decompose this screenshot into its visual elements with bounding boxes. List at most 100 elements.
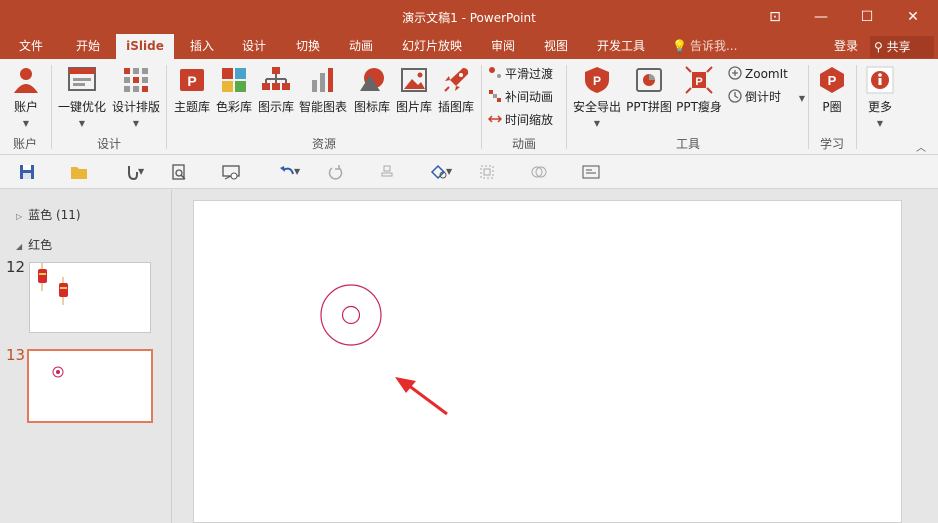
merge-shapes-icon[interactable]: [528, 161, 550, 183]
org-chart-icon: [261, 65, 291, 95]
tell-me-box[interactable]: 💡 告诉我...: [672, 34, 737, 59]
tab-insert[interactable]: 插入: [178, 34, 226, 59]
diagram-library-button[interactable]: 图示库: [256, 65, 296, 115]
illustration-library-label: 插图库: [437, 100, 474, 114]
more-button[interactable]: 更多 ▼: [860, 65, 900, 129]
format-painter-icon[interactable]: [376, 161, 398, 183]
animation-group-label: 动画: [511, 137, 536, 151]
tab-slideshow[interactable]: 幻灯片放映: [390, 34, 474, 59]
slide-thumbnail-13[interactable]: [27, 349, 153, 423]
slide-editor-area: [173, 190, 938, 523]
time-scale-icon: [487, 112, 503, 126]
ribbon-tabs: 文件 开始 iSlide 插入 设计 切换 动画 幻灯片放映 审阅 视图 开发工…: [0, 34, 938, 59]
ppt-collage-button[interactable]: PPT拼图: [624, 65, 674, 115]
text-box-icon[interactable]: [580, 161, 602, 183]
ppt-slim-button[interactable]: P PPT瘦身: [674, 65, 724, 115]
countdown-label: 倒计时: [745, 90, 782, 104]
time-scale-button[interactable]: 时间缩放: [487, 110, 554, 130]
person-icon: ⚲: [874, 40, 883, 54]
palette-icon: [219, 65, 249, 95]
p-circle-button[interactable]: P P圈: [812, 65, 852, 115]
print-preview-icon[interactable]: [168, 161, 190, 183]
undo-icon[interactable]: ▼: [272, 161, 302, 183]
svg-text:P: P: [828, 73, 837, 88]
info-icon: [865, 65, 895, 95]
tab-islide[interactable]: iSlide: [116, 34, 174, 59]
save-icon[interactable]: [16, 161, 38, 183]
open-folder-icon[interactable]: [68, 161, 90, 183]
account-button[interactable]: 账户 ▼: [6, 65, 46, 129]
theme-library-button[interactable]: P 主题库: [172, 65, 212, 115]
tween-animation-button[interactable]: 补间动画: [488, 87, 553, 107]
theme-icon: P: [177, 65, 207, 95]
shapes-icon[interactable]: ▼: [424, 161, 454, 183]
chevron-down-icon: ▼: [22, 119, 30, 128]
zoom-plus-icon: [728, 66, 742, 80]
time-scale-label: 时间缩放: [505, 113, 554, 127]
login-link[interactable]: 登录: [834, 34, 858, 59]
collapse-ribbon-icon[interactable]: ︿: [916, 139, 926, 154]
tab-animations[interactable]: 动画: [338, 34, 384, 59]
smart-chart-button[interactable]: 智能图表: [298, 65, 348, 115]
color-library-label: 色彩库: [215, 100, 252, 114]
tab-review[interactable]: 审阅: [480, 34, 526, 59]
divider: [856, 65, 857, 149]
divider: [166, 65, 167, 149]
svg-text:P: P: [187, 73, 196, 89]
title-bar: 演示文稿1 - PowerPoint ⊡ — ☐ ✕: [0, 0, 938, 34]
one-click-optimize-label: 一键优化: [57, 100, 106, 114]
tab-file[interactable]: 文件: [8, 34, 54, 59]
grid-icon: [121, 65, 151, 95]
minimize-button[interactable]: —: [798, 0, 844, 34]
maximize-button[interactable]: ☐: [844, 0, 890, 34]
section-blue[interactable]: ▷ 蓝色 (11): [16, 206, 81, 223]
more-label: 更多: [867, 100, 892, 114]
ring-shape[interactable]: [320, 284, 382, 346]
share-button[interactable]: ⚲ 共享: [870, 36, 934, 58]
color-library-button[interactable]: 色彩库: [214, 65, 254, 115]
ribbon-panel: 账户 ▼ 账户 一键优化 ▼ 设计排版 ▼ 设计 P 主题库 色彩库 图示库 智…: [0, 59, 938, 155]
safe-export-button[interactable]: P 安全导出 ▼: [570, 65, 624, 129]
design-group-label: 设计: [96, 137, 121, 151]
clock-icon: [728, 89, 742, 103]
presentation-icon[interactable]: [220, 161, 242, 183]
divider: [481, 65, 482, 149]
countdown-button[interactable]: 倒计时 ▼: [728, 87, 805, 107]
one-click-optimize-button[interactable]: 一键优化 ▼: [56, 65, 108, 129]
tab-design[interactable]: 设计: [230, 34, 278, 59]
icon-library-label: 图标库: [353, 100, 390, 114]
svg-text:P: P: [593, 74, 601, 88]
lightbulb-icon: 💡: [672, 39, 687, 53]
bar-chart-icon: [308, 65, 338, 95]
redo-icon[interactable]: [324, 161, 346, 183]
image-library-button[interactable]: 图片库: [394, 65, 434, 115]
tab-home[interactable]: 开始: [64, 34, 112, 59]
arrow-annotation: [395, 377, 448, 416]
p-circle-label: P圈: [822, 100, 842, 114]
tab-view[interactable]: 视图: [532, 34, 580, 59]
tween-animation-label: 补间动画: [505, 90, 554, 104]
close-button[interactable]: ✕: [890, 0, 936, 34]
tab-transitions[interactable]: 切换: [282, 34, 334, 59]
image-library-label: 图片库: [395, 100, 432, 114]
group-objects-icon[interactable]: [476, 161, 498, 183]
tab-developer[interactable]: 开发工具: [586, 34, 656, 59]
tween-icon: [488, 89, 502, 103]
picture-icon: [399, 65, 429, 95]
slide-thumbnail-12[interactable]: [29, 262, 151, 333]
touch-mode-icon[interactable]: ▼: [116, 161, 146, 183]
account-button-label: 账户: [13, 100, 38, 114]
collage-icon: [634, 65, 664, 95]
design-layout-button[interactable]: 设计排版 ▼: [110, 65, 162, 129]
illustration-library-button[interactable]: 插图库: [436, 65, 476, 115]
collapse-arrow-icon: ◢: [16, 242, 23, 251]
zoomit-button[interactable]: ZoomIt: [728, 64, 788, 84]
expand-arrow-icon: ▷: [16, 212, 23, 221]
current-slide[interactable]: [193, 200, 902, 523]
smart-chart-label: 智能图表: [298, 100, 347, 114]
icon-library-button[interactable]: 图标库: [352, 65, 392, 115]
smooth-transition-button[interactable]: 平滑过渡: [488, 64, 553, 84]
ribbon-display-options-button[interactable]: ⊡: [752, 0, 798, 34]
section-red[interactable]: ◢ 红色: [16, 236, 52, 253]
tell-me-placeholder: 告诉我...: [689, 39, 738, 53]
